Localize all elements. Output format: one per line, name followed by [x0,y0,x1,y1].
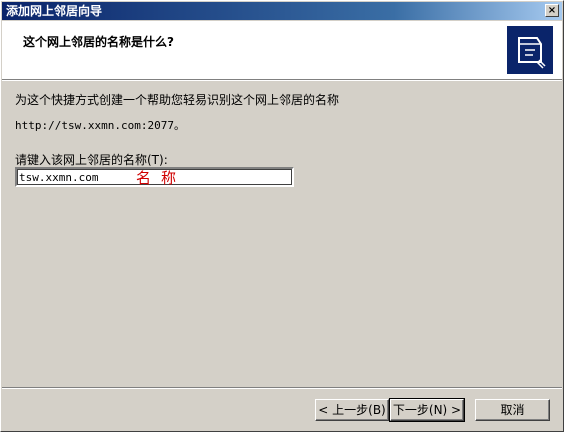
name-input[interactable] [15,167,294,187]
page-title: 这个网上邻居的名称是什么? [23,35,174,49]
wizard-window: 添加网上邻居向导 × 这个网上邻居的名称是什么? 为这个快捷方式创建一个帮助您轻… [0,0,564,432]
back-button[interactable]: < 上一步(B) [315,399,389,421]
network-folder-icon [507,26,553,74]
network-url: http://tsw.xxmn.com:2077。 [15,119,185,132]
header-divider [2,79,562,81]
cancel-button[interactable]: 取消 [475,399,550,421]
close-button[interactable]: × [545,4,559,17]
next-button[interactable]: 下一步(N) > [389,398,465,422]
title-bar[interactable]: 添加网上邻居向导 × [2,2,562,20]
wizard-header: 这个网上邻居的名称是什么? [2,21,562,79]
close-icon: × [547,5,557,16]
footer-divider [2,387,562,389]
description-text: 为这个快捷方式创建一个帮助您轻易识别这个网上邻居的名称 [15,93,340,107]
name-field-label: 请键入该网上邻居的名称(T): [15,153,168,167]
window-title: 添加网上邻居向导 [6,4,103,18]
